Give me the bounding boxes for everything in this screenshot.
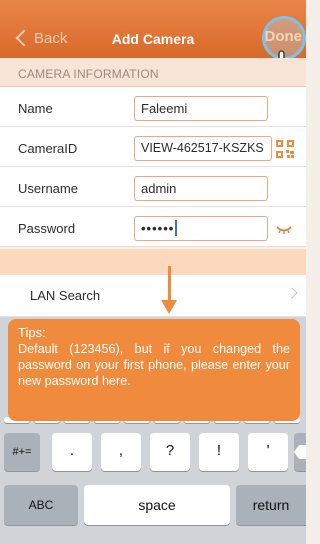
tips-callout: Tips: Default (123456), but if you chang… <box>8 319 300 421</box>
backspace-icon <box>294 445 306 459</box>
name-row: Name Faleemi <box>0 87 306 127</box>
key-label: ABC <box>28 498 54 512</box>
key-abc[interactable]: ABC <box>4 485 78 525</box>
lan-search-label: LAN Search <box>30 288 101 303</box>
password-label: Password <box>18 221 76 236</box>
lan-search-row[interactable]: LAN Search <box>0 275 306 317</box>
section-divider <box>0 249 306 275</box>
callout-arrow-head <box>161 300 177 314</box>
key-period[interactable]: . <box>52 433 92 471</box>
tips-body: Default (123456), but if you changed the… <box>18 342 290 388</box>
username-label: Username <box>18 181 78 196</box>
key-space[interactable]: space <box>84 485 230 525</box>
key-exclamation[interactable]: ! <box>199 433 239 471</box>
key-label: ! <box>216 442 222 459</box>
key-label: ' <box>266 442 270 459</box>
password-field[interactable]: •••••• <box>134 216 268 241</box>
password-row: Password •••••• <box>0 207 306 247</box>
callout-arrow <box>168 266 171 302</box>
name-field[interactable]: Faleemi <box>134 96 268 121</box>
username-row: Username admin <box>0 167 306 207</box>
chevron-right-icon <box>286 287 298 299</box>
eye-closed-icon[interactable] <box>276 226 292 234</box>
text-cursor <box>175 220 178 236</box>
key-label: space <box>138 497 176 513</box>
camera-form: Name Faleemi CameraID VIEW-462517-KSZKS … <box>0 87 306 247</box>
key-label: #+= <box>12 446 32 458</box>
key-question[interactable]: ? <box>150 433 190 471</box>
key-return[interactable]: return <box>236 485 306 525</box>
nav-bar: Back Add Camera Done <box>0 0 306 96</box>
section-header: CAMERA INFORMATION <box>0 58 306 87</box>
key-label: ? <box>165 442 175 459</box>
name-label: Name <box>18 101 53 116</box>
username-field[interactable]: admin <box>134 176 268 201</box>
page-title: Add Camera <box>111 31 195 47</box>
password-dots: •••••• <box>141 221 175 236</box>
tips-title: Tips: <box>18 325 46 340</box>
camera-id-row: CameraID VIEW-462517-KSZKS <box>0 127 306 167</box>
camera-id-label: CameraID <box>18 141 78 156</box>
key-comma[interactable]: , <box>101 433 141 471</box>
key-label: return <box>252 497 290 513</box>
section-header-label: CAMERA INFORMATION <box>18 67 159 81</box>
key-symbols-toggle[interactable]: #+= <box>4 433 40 471</box>
key-backspace[interactable] <box>294 433 306 471</box>
key-apostrophe[interactable]: ' <box>248 433 288 471</box>
qr-code-icon[interactable] <box>276 140 294 158</box>
key-label: . <box>69 442 75 459</box>
camera-id-field[interactable]: VIEW-462517-KSZKS <box>134 136 272 161</box>
done-button[interactable]: Done <box>265 28 303 45</box>
key-label: , <box>118 442 124 459</box>
